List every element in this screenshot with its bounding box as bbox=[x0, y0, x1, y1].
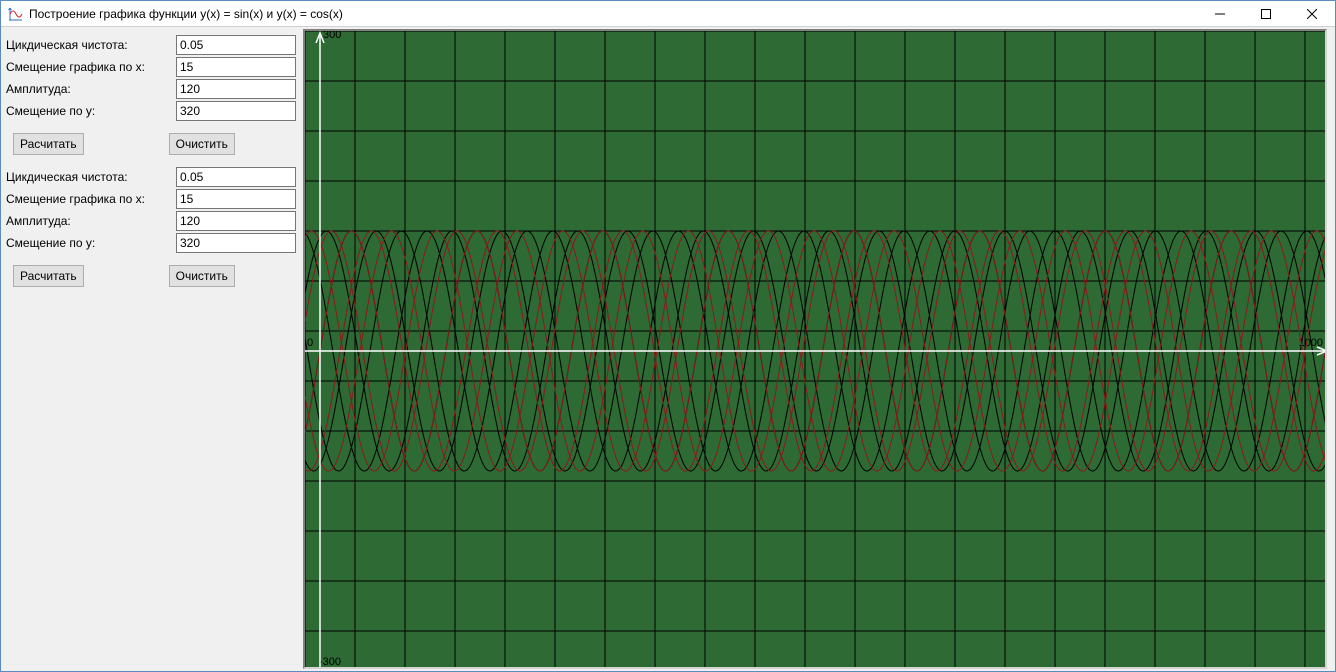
sidebar: Цикдическая чистота: Смещение графика по… bbox=[1, 27, 301, 671]
calculate-button-2[interactable]: Расчитать bbox=[13, 265, 84, 287]
clear-button-1[interactable]: Очистить bbox=[169, 133, 235, 155]
label-shiftx-2: Смещение графика по x: bbox=[1, 189, 176, 209]
label-shifty-1: Смещение по y: bbox=[1, 101, 176, 121]
calculate-button-1[interactable]: Расчитать bbox=[13, 133, 84, 155]
input-amp-2[interactable] bbox=[176, 211, 296, 231]
input-shiftx-1[interactable] bbox=[176, 57, 296, 77]
window-controls bbox=[1197, 1, 1335, 26]
canvas-area: 300 -300 0 1000 bbox=[301, 27, 1335, 671]
input-freq-1[interactable] bbox=[176, 35, 296, 55]
window-title: Построение графика функции y(x) = sin(x)… bbox=[29, 7, 343, 21]
input-amp-1[interactable] bbox=[176, 79, 296, 99]
form-block-2: Цикдическая чистота: Смещение графика по… bbox=[1, 167, 301, 253]
input-freq-2[interactable] bbox=[176, 167, 296, 187]
app-window: Построение графика функции y(x) = sin(x)… bbox=[0, 0, 1336, 672]
app-body: Цикдическая чистота: Смещение графика по… bbox=[1, 27, 1335, 671]
clear-button-2[interactable]: Очистить bbox=[169, 265, 235, 287]
label-shifty-2: Смещение по y: bbox=[1, 233, 176, 253]
button-row-1: Расчитать Очистить bbox=[1, 121, 301, 167]
label-freq-2: Цикдическая чистота: bbox=[1, 167, 176, 187]
input-shifty-2[interactable] bbox=[176, 233, 296, 253]
form-block-1: Цикдическая чистота: Смещение графика по… bbox=[1, 35, 301, 121]
label-shiftx-1: Смещение графика по x: bbox=[1, 57, 176, 77]
input-shifty-1[interactable] bbox=[176, 101, 296, 121]
minimize-button[interactable] bbox=[1197, 1, 1243, 26]
label-freq-1: Цикдическая чистота: bbox=[1, 35, 176, 55]
close-button[interactable] bbox=[1289, 1, 1335, 26]
label-amp-2: Амплитуда: bbox=[1, 211, 176, 231]
plot-canvas: 300 -300 0 1000 bbox=[303, 29, 1327, 669]
app-icon bbox=[7, 6, 23, 22]
button-row-2: Расчитать Очистить bbox=[1, 253, 301, 299]
titlebar: Построение графика функции y(x) = sin(x)… bbox=[1, 1, 1335, 27]
maximize-button[interactable] bbox=[1243, 1, 1289, 26]
input-shiftx-2[interactable] bbox=[176, 189, 296, 209]
label-amp-1: Амплитуда: bbox=[1, 79, 176, 99]
